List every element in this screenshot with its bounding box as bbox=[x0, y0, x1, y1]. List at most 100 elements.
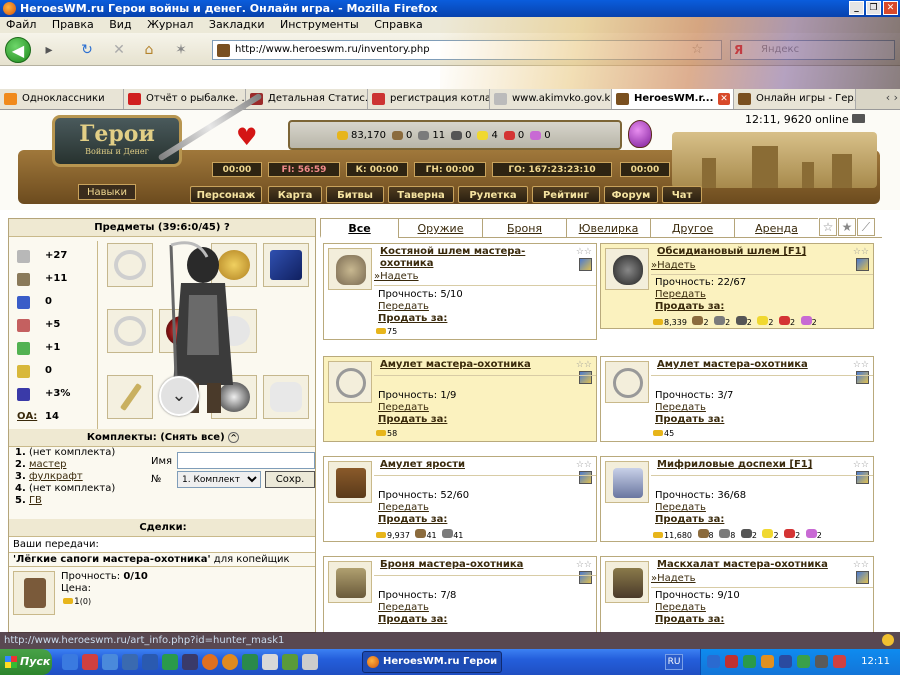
kit-number-select[interactable]: 1. Комплект bbox=[177, 471, 261, 488]
quicklaunch-opera-icon[interactable] bbox=[82, 654, 98, 670]
menu-bookmarks[interactable]: Закладки bbox=[209, 18, 265, 31]
menu-help[interactable]: Справка bbox=[374, 18, 422, 31]
item-image[interactable] bbox=[605, 461, 649, 503]
equip-link[interactable]: »Надеть bbox=[374, 271, 419, 282]
rating-stars-icon[interactable]: ☆☆ bbox=[576, 560, 592, 570]
rating-stars-icon[interactable]: ☆☆ bbox=[576, 460, 592, 470]
item-name-link[interactable]: Обсидиановый шлем [F1] bbox=[657, 246, 843, 258]
menu-map[interactable]: Карта bbox=[268, 186, 322, 203]
swap-icon[interactable] bbox=[579, 471, 592, 484]
item-image[interactable] bbox=[328, 561, 372, 603]
bookmark-star-icon[interactable]: ☆ bbox=[691, 41, 703, 59]
help-link[interactable]: ? bbox=[224, 222, 230, 233]
transfer-link[interactable]: Передать bbox=[378, 502, 429, 513]
filter-rent[interactable]: Аренда bbox=[734, 218, 818, 238]
item-name-link[interactable]: Костяной шлем мастера-охотника bbox=[380, 246, 566, 270]
transfer-link[interactable]: Передать bbox=[378, 402, 429, 413]
sell-link[interactable]: Продать за: bbox=[378, 614, 447, 625]
tray-security-icon[interactable] bbox=[833, 655, 846, 668]
quicklaunch-save-icon[interactable] bbox=[122, 654, 138, 670]
tray-antivirus-icon[interactable] bbox=[725, 655, 738, 668]
collapse-icon[interactable]: ^ bbox=[228, 432, 240, 443]
item-image[interactable] bbox=[328, 248, 372, 290]
sell-link[interactable]: Продать за: bbox=[655, 414, 724, 425]
quicklaunch-firefox-icon[interactable] bbox=[202, 654, 218, 670]
menu-view[interactable]: Вид bbox=[109, 18, 131, 31]
menu-tavern[interactable]: Таверна bbox=[388, 186, 454, 203]
slot-book[interactable] bbox=[263, 243, 309, 287]
item-name-link[interactable]: Мифриловые доспехи [F1] bbox=[657, 459, 843, 471]
tray-volume-icon[interactable] bbox=[815, 655, 828, 668]
tray-network-icon[interactable] bbox=[707, 655, 720, 668]
menu-character[interactable]: Персонаж bbox=[190, 186, 262, 203]
item-image[interactable] bbox=[328, 461, 372, 503]
rating-stars-icon[interactable]: ☆☆ bbox=[853, 247, 869, 257]
quicklaunch-word-icon[interactable] bbox=[142, 654, 158, 670]
tab-odnoklassniki[interactable]: Одноклассники bbox=[0, 89, 124, 109]
sell-link[interactable]: Продать за: bbox=[655, 301, 724, 312]
menu-rating[interactable]: Рейтинг bbox=[532, 186, 600, 203]
tab-registration[interactable]: регистрация котла... bbox=[368, 89, 490, 109]
stop-icon[interactable]: ✕ bbox=[110, 41, 128, 59]
transfer-link[interactable]: Передать bbox=[655, 602, 706, 613]
transfer-link[interactable]: Передать bbox=[378, 602, 429, 613]
filter-other[interactable]: Другое bbox=[650, 218, 734, 238]
transfer-link[interactable]: Передать bbox=[655, 289, 706, 300]
sell-link[interactable]: Продать за: bbox=[655, 514, 724, 525]
maximize-button[interactable]: ❐ bbox=[866, 1, 881, 15]
sell-link[interactable]: Продать за: bbox=[378, 514, 447, 525]
tray-agent-icon[interactable] bbox=[797, 655, 810, 668]
forward-icon[interactable]: ▸ bbox=[40, 41, 58, 59]
tray-icq-icon[interactable] bbox=[743, 655, 756, 668]
kit-link[interactable]: ГВ bbox=[29, 495, 42, 506]
remove-all-link[interactable]: (Снять все) bbox=[160, 432, 224, 443]
search-input[interactable]: Я Яндекс bbox=[730, 40, 895, 60]
quicklaunch-notepad-icon[interactable] bbox=[302, 654, 318, 670]
close-tab-icon[interactable]: ✕ bbox=[718, 93, 730, 105]
item-name-link[interactable]: Броня мастера-охотника bbox=[380, 559, 566, 571]
addon-icon[interactable]: ✶ bbox=[172, 41, 190, 59]
swap-icon[interactable] bbox=[579, 258, 592, 271]
item-name-link[interactable]: Амулет мастера-охотника bbox=[380, 359, 566, 371]
item-image[interactable] bbox=[328, 361, 372, 403]
filter-weapons[interactable]: Оружие bbox=[398, 218, 482, 238]
tab-akimvko[interactable]: www.akimvko.gov.k... bbox=[490, 89, 612, 109]
filter-armor[interactable]: Броня bbox=[482, 218, 566, 238]
kit-link[interactable]: фулкрафт bbox=[29, 471, 83, 482]
sell-link[interactable]: Продать за: bbox=[655, 614, 724, 625]
tab-scroll-icons[interactable]: ‹ › bbox=[886, 91, 898, 104]
start-button[interactable]: Пуск bbox=[0, 649, 52, 675]
language-indicator[interactable]: RU bbox=[665, 654, 683, 670]
transfer-link[interactable]: Передать bbox=[378, 301, 429, 312]
home-icon[interactable]: ⌂ bbox=[140, 41, 158, 59]
mail-icon[interactable] bbox=[851, 114, 865, 123]
skills-link[interactable]: Навыки bbox=[78, 184, 136, 200]
sell-link[interactable]: Продать за: bbox=[378, 414, 447, 425]
menu-edit[interactable]: Правка bbox=[52, 18, 94, 31]
quicklaunch-ie-icon[interactable] bbox=[62, 654, 78, 670]
slot-ring1[interactable] bbox=[107, 243, 153, 287]
save-kit-button[interactable]: Сохр. bbox=[265, 471, 315, 488]
quicklaunch-firefox2-icon[interactable] bbox=[222, 654, 238, 670]
taskbar-firefox-window[interactable]: HeroesWM.ru Герои вой... bbox=[362, 651, 502, 687]
quicklaunch-desktop-icon[interactable] bbox=[102, 654, 118, 670]
sort-icon[interactable]: ⟋ bbox=[857, 218, 875, 236]
filter-jewelry[interactable]: Ювелирка bbox=[566, 218, 650, 238]
menu-file[interactable]: Файл bbox=[6, 18, 36, 31]
chevron-down-icon[interactable]: ⌄ bbox=[159, 376, 199, 416]
item-name-link[interactable]: Амулет мастера-охотника bbox=[657, 359, 843, 371]
item-image[interactable] bbox=[605, 248, 649, 290]
item-name-link[interactable]: Маскхалат мастера-охотника bbox=[657, 559, 843, 571]
deal-item-image[interactable] bbox=[13, 571, 55, 615]
rating-stars-icon[interactable]: ☆☆ bbox=[853, 560, 869, 570]
quicklaunch-paint-icon[interactable] bbox=[262, 654, 278, 670]
tray-bluetooth-icon[interactable] bbox=[779, 655, 792, 668]
menu-history[interactable]: Журнал bbox=[147, 18, 193, 31]
swap-icon[interactable] bbox=[856, 258, 869, 271]
swap-icon[interactable] bbox=[856, 471, 869, 484]
rating-stars-icon[interactable]: ☆☆ bbox=[853, 360, 869, 370]
menu-tools[interactable]: Инструменты bbox=[280, 18, 359, 31]
kit-name-input[interactable] bbox=[177, 452, 315, 469]
tab-stats[interactable]: Детальная Статис... bbox=[246, 89, 368, 109]
slot-ring2[interactable] bbox=[107, 309, 153, 353]
